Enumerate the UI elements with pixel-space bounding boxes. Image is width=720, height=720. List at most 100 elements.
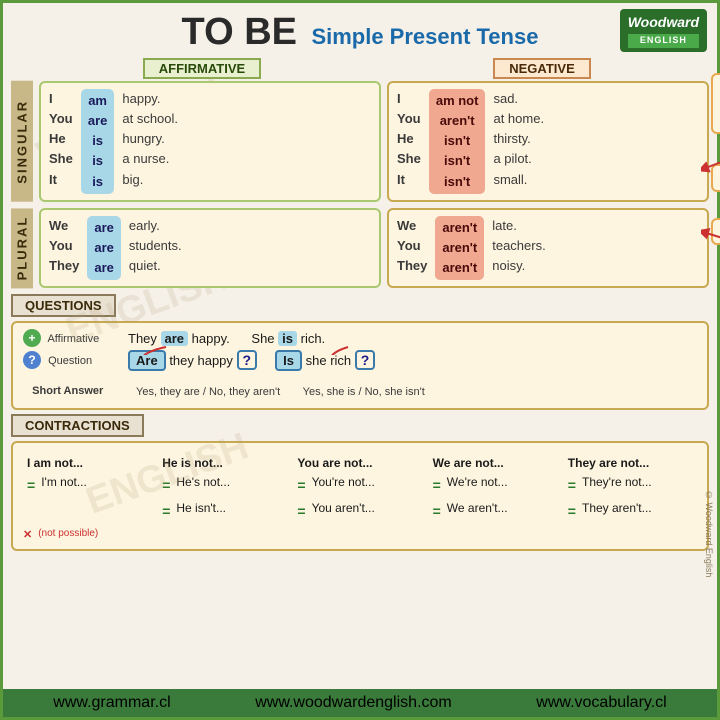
eq-sign-3b: = xyxy=(297,500,305,522)
affirmative-header: AFFIRMATIVE xyxy=(35,58,369,79)
is-highlight-1: is xyxy=(278,331,297,346)
eq-sign-5: = xyxy=(568,474,576,496)
plural-aff-subjects: WeYouThey xyxy=(49,216,79,280)
singular-aff-table: IYouHeSheIt amareisisis happy.at school.… xyxy=(49,89,371,194)
plus-badge: + xyxy=(23,329,41,347)
questions-box: + Affirmative They are happy. She is ric… xyxy=(11,321,709,410)
ctr-3-contract: You're not... xyxy=(312,473,375,492)
cross-sign: ✕ xyxy=(23,528,32,541)
eq-sign-1: = xyxy=(27,474,35,496)
singular-negative-area: IYouHeSheIt am notaren'tisn'tisn'tisn't … xyxy=(387,81,709,202)
q-short-answer-row: Short Answer Yes, they are / No, they ar… xyxy=(23,383,697,398)
eq-sign-4b: = xyxy=(433,500,441,522)
not-possible-row: ✕ (not possible) xyxy=(23,528,697,543)
short-answer-label: Short Answer xyxy=(23,385,128,397)
negative-header: NEGATIVE xyxy=(375,58,709,79)
affirmative-label-text: Affirmative xyxy=(47,333,99,345)
singular-neg-subjects: IYouHeSheIt xyxy=(397,89,421,194)
main-content: AFFIRMATIVE NEGATIVE SINGULAR IYouHeSheI… xyxy=(3,58,717,551)
header: TO BE Simple Present Tense Woodward ENGL… xyxy=(3,3,717,58)
are-highlight-1: are xyxy=(161,331,189,346)
ctr-col-5: They are not... = They're not... = They … xyxy=(564,453,697,525)
ctr-4-row: = We're not... xyxy=(433,473,558,496)
singular-aff-complements: happy.at school.hungry.a nurse.big. xyxy=(122,89,178,194)
affirmative-title: AFFIRMATIVE xyxy=(143,58,261,79)
q-aff-ex1-text: They are happy. xyxy=(128,331,230,346)
ctr-1-row: = I'm not... xyxy=(27,473,152,496)
singular-aff-verbs: amareisisis xyxy=(81,89,115,194)
copyright-side: © Woodward English xyxy=(704,490,714,577)
ctr-3-row: = You're not... xyxy=(297,473,422,496)
q-aff-content: They are happy. She is rich. xyxy=(128,331,697,346)
footer-link-1: www.grammar.cl xyxy=(53,694,170,712)
ctr-4-original: We are not... xyxy=(433,454,558,473)
short-answer-1: Yes, they are / No, they aren't xyxy=(136,386,280,398)
ctr-3-contract-2: You aren't... xyxy=(312,499,375,518)
title-to-be: TO BE xyxy=(182,11,297,53)
ctr-2-contract: He's not... xyxy=(176,473,230,492)
ctr-col-1: I am not... = I'm not... xyxy=(23,453,156,525)
plural-negative-area: WeYouThey aren'taren'taren't late.teache… xyxy=(387,208,709,288)
ctr-4-row-2: = We aren't... xyxy=(433,499,558,522)
questions-header: QUESTIONS xyxy=(11,294,116,317)
q-ex2-rest: she rich xyxy=(306,353,355,368)
col-headers: AFFIRMATIVE NEGATIVE xyxy=(35,58,709,79)
q-aff-ex2-text: She is rich. xyxy=(251,331,325,346)
ctr-5-original: They are not... xyxy=(568,454,693,473)
ctr-2-row: = He's not... xyxy=(162,473,287,496)
plural-affirmative-box: WeYouThey areareare early.students.quiet… xyxy=(39,208,381,288)
contractions-section: CONTRACTIONS I am not... = I'm not... He… xyxy=(11,414,709,551)
singular-row: SINGULAR IYouHeSheIt amareisisis happy.a… xyxy=(11,81,709,202)
contractions-box: I am not... = I'm not... He is not... = … xyxy=(11,441,709,551)
ctr-3-row-2: = You aren't... xyxy=(297,499,422,522)
am-not-bubble: Contraction of "am not" is not possible … xyxy=(711,73,720,134)
ctr-col-4: We are not... = We're not... = We aren't… xyxy=(429,453,562,525)
contractions-grid: I am not... = I'm not... He is not... = … xyxy=(23,453,697,525)
plural-aff-complements: early.students.quiet. xyxy=(129,216,182,280)
not-possible-spacer: ✕ (not possible) xyxy=(23,528,141,543)
ctr-2-contract-2: He isn't... xyxy=(176,499,226,518)
short-answer-2: Yes, she is / No, she isn't xyxy=(303,386,425,398)
singular-aff-subjects: IYouHeSheIt xyxy=(49,89,73,194)
plural-negative-box: WeYouThey aren'taren'taren't late.teache… xyxy=(387,208,709,288)
plural-label: PLURAL xyxy=(11,208,33,288)
q-short-content: Yes, they are / No, they aren't Yes, she… xyxy=(128,383,697,398)
eq-sign-3: = xyxy=(297,474,305,496)
q-q-label: ? Question xyxy=(23,351,128,369)
ctr-5-row-2: = They aren't... xyxy=(568,499,693,522)
ctr-2-original: He is not... xyxy=(162,454,287,473)
footer: www.grammar.cl www.woodwardenglish.com w… xyxy=(3,689,717,717)
footer-link-3: www.vocabulary.cl xyxy=(536,694,666,712)
not-possible-examples xyxy=(141,529,697,543)
ctr-5-contract: They're not... xyxy=(582,473,652,492)
footer-link-2: www.woodwardenglish.com xyxy=(255,694,452,712)
singular-negative-box: IYouHeSheIt am notaren'tisn'tisn'tisn't … xyxy=(387,81,709,202)
ctr-1-original: I am not... xyxy=(27,454,152,473)
question-badge: ? xyxy=(23,351,41,369)
q-arrows-area xyxy=(128,373,697,383)
q-ex1-rest: they happy xyxy=(169,353,236,368)
plural-neg-verbs: aren'taren'taren't xyxy=(435,216,484,280)
eq-sign-2b: = xyxy=(162,500,170,522)
ctr-4-contract-2: We aren't... xyxy=(447,499,508,518)
singular-neg-table: IYouHeSheIt am notaren'tisn'tisn'tisn't … xyxy=(397,89,699,194)
ctr-1-contract: I'm not... xyxy=(41,473,87,492)
woodward-logo: Woodward ENGLISH xyxy=(620,9,707,52)
arent-arrow xyxy=(701,222,720,247)
ctr-5-row: = They're not... xyxy=(568,473,693,496)
q-aff-label: + Affirmative xyxy=(23,329,128,347)
eq-sign-5b: = xyxy=(568,500,576,522)
ctr-col-3: You are not... = You're not... = You are… xyxy=(293,453,426,525)
plural-aff-table: WeYouThey areareare early.students.quiet… xyxy=(49,216,371,280)
ctr-3-original: You are not... xyxy=(297,454,422,473)
eq-sign-2: = xyxy=(162,474,170,496)
contractions-header: CONTRACTIONS xyxy=(11,414,144,437)
not-possible-text: (not possible) xyxy=(38,528,98,539)
question-label-text: Question xyxy=(48,355,92,367)
negative-title: NEGATIVE xyxy=(493,58,591,79)
title-subtitle: Simple Present Tense xyxy=(311,24,538,49)
singular-affirmative-box: IYouHeSheIt amareisisis happy.at school.… xyxy=(39,81,381,202)
page-title: TO BE Simple Present Tense xyxy=(182,31,539,48)
plural-neg-table: WeYouThey aren'taren'taren't late.teache… xyxy=(397,216,699,280)
plural-neg-complements: late.teachers.noisy. xyxy=(492,216,545,280)
